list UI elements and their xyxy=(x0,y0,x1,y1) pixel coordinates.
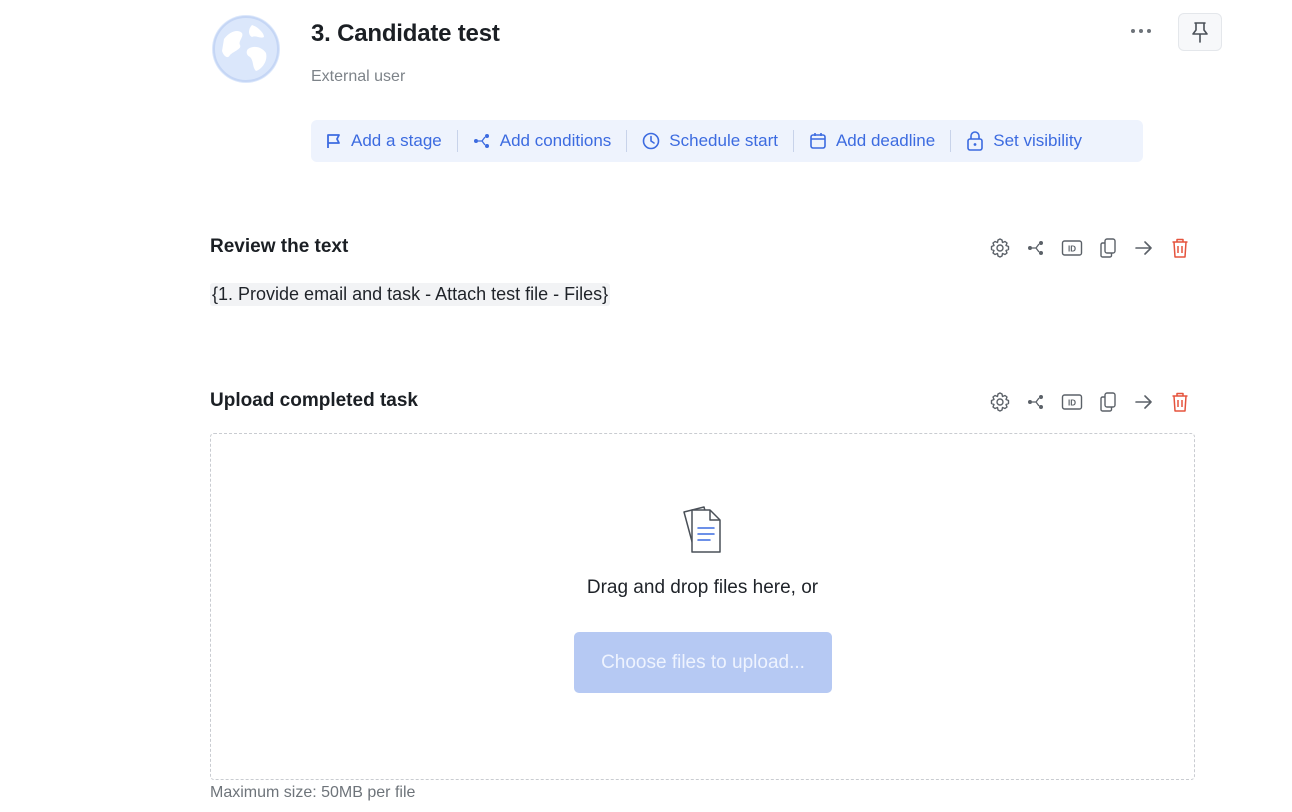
more-icon xyxy=(1131,29,1135,33)
conditions-button[interactable] xyxy=(1024,236,1047,259)
conditions-button[interactable] xyxy=(1024,390,1047,413)
stage-actions-bar: Add a stage Add conditions Schedule star… xyxy=(311,120,1143,162)
settings-icon xyxy=(990,237,1009,258)
divider xyxy=(456,130,458,152)
more-options-button[interactable] xyxy=(1124,18,1158,44)
globe-icon xyxy=(213,16,279,82)
id-icon: ID xyxy=(1061,239,1082,256)
add-deadline-button[interactable]: Add deadline xyxy=(809,131,935,151)
settings-button[interactable] xyxy=(988,390,1011,413)
settings-button[interactable] xyxy=(988,236,1011,259)
branch-icon xyxy=(1027,240,1043,255)
set-visibility-label: Set visibility xyxy=(993,131,1083,150)
add-stage-button[interactable]: Add a stage xyxy=(326,131,442,151)
move-icon xyxy=(1134,394,1152,409)
calendar-icon xyxy=(810,133,826,149)
file-dropzone[interactable]: Drag and drop files here, or Choose file… xyxy=(210,433,1195,780)
copy-icon xyxy=(1099,391,1116,412)
section-toolbar: ID xyxy=(988,236,1191,259)
flag-icon xyxy=(327,134,340,148)
copy-button[interactable] xyxy=(1096,390,1119,413)
settings-icon xyxy=(990,391,1009,412)
pin-icon xyxy=(1192,22,1208,43)
lock-icon xyxy=(967,131,984,151)
section-toolbar: ID xyxy=(988,390,1191,413)
add-conditions-label: Add conditions xyxy=(499,131,612,150)
divider xyxy=(792,130,794,152)
delete-button[interactable] xyxy=(1168,390,1191,413)
documents-icon xyxy=(680,504,726,561)
svg-text:ID: ID xyxy=(1068,244,1076,253)
max-size-hint: Maximum size: 50MB per file xyxy=(210,784,416,801)
schedule-start-button[interactable]: Schedule start xyxy=(642,131,778,151)
divider xyxy=(950,130,952,152)
section-title: Upload completed task xyxy=(210,390,418,411)
field-id-button[interactable]: ID xyxy=(1060,236,1083,259)
choose-files-button[interactable]: Choose files to upload... xyxy=(574,632,832,693)
branch-icon xyxy=(1027,394,1043,409)
copy-button[interactable] xyxy=(1096,236,1119,259)
section-title: Review the text xyxy=(210,236,349,257)
add-stage-label: Add a stage xyxy=(351,131,442,150)
move-button[interactable] xyxy=(1132,236,1155,259)
branch-icon xyxy=(473,134,489,148)
move-button[interactable] xyxy=(1132,390,1155,413)
add-conditions-button[interactable]: Add conditions xyxy=(473,131,612,151)
review-text-content: {1. Provide email and task - Attach test… xyxy=(210,283,611,306)
pin-button[interactable] xyxy=(1178,13,1222,51)
schedule-start-label: Schedule start xyxy=(669,131,778,150)
delete-icon xyxy=(1172,392,1187,412)
copy-icon xyxy=(1099,237,1116,258)
add-deadline-label: Add deadline xyxy=(835,131,936,150)
id-icon: ID xyxy=(1061,393,1082,410)
stage-avatar xyxy=(212,15,280,83)
delete-icon xyxy=(1172,238,1187,258)
delete-button[interactable] xyxy=(1168,236,1191,259)
divider xyxy=(626,130,628,152)
stage-title: 3. Candidate test xyxy=(311,20,500,47)
clock-icon xyxy=(642,132,660,150)
field-id-button[interactable]: ID xyxy=(1060,390,1083,413)
stage-subtitle: External user xyxy=(311,68,406,85)
dropzone-instructions: Drag and drop files here, or xyxy=(586,577,819,598)
svg-text:ID: ID xyxy=(1068,398,1076,407)
move-icon xyxy=(1134,240,1152,255)
set-visibility-button[interactable]: Set visibility xyxy=(966,131,1082,151)
